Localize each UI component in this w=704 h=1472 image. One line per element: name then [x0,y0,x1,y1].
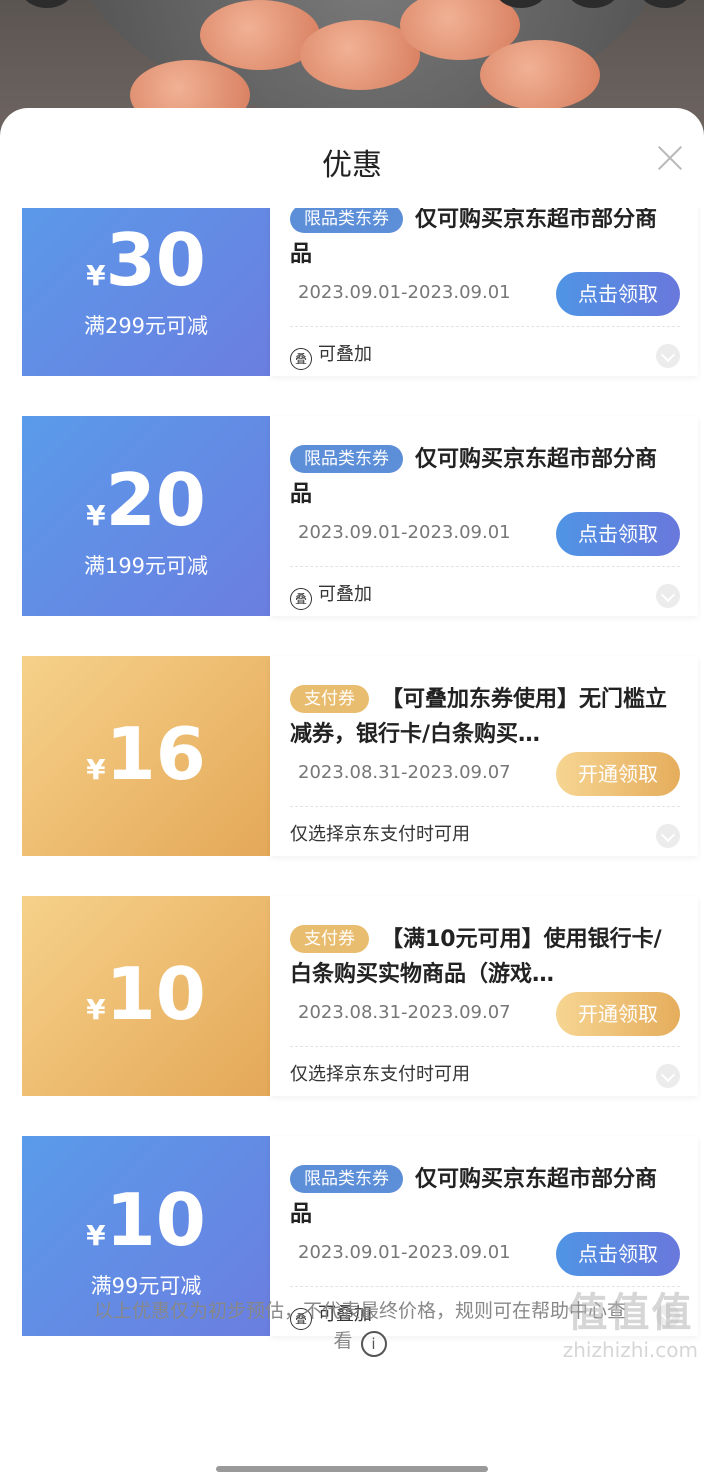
coupon-detail: 限品类东券 仅可购买京东超市部分商品 2023.09.01-2023.09.01 … [270,208,698,376]
coupon-footer: 仅选择京东支付时可用 [290,824,470,845]
close-icon[interactable] [656,144,684,172]
sheet-title: 优惠 [322,148,382,183]
coupon-condition: 满299元可减 [83,314,209,338]
coupon-detail: 限品类东券 仅可购买京东超市部分商品 2023.09.01-2023.09.01 … [270,416,698,616]
coupon-footer-text: 可叠加 [318,584,372,605]
activate-claim-button[interactable]: 开通领取 [556,752,680,796]
coupon-date: 2023.09.01-2023.09.01 [298,282,511,303]
currency-symbol: ¥ [86,499,106,532]
info-icon[interactable]: i [360,1331,387,1357]
coupon-footer: 叠可叠加 [290,340,372,370]
chevron-down-icon[interactable] [656,344,680,368]
divider [290,326,680,327]
coupon-amount: 10 [105,952,206,1036]
watermark-logo: 值值值 [567,1290,694,1336]
back-button[interactable] [22,0,72,8]
coupon-tag: 限品类东券 [290,1165,403,1193]
coupon-detail: 支付券 【可叠加东券使用】无门槛立减券，银行卡/白条购买… 2023.08.31-… [270,656,698,856]
currency-symbol: ¥ [86,753,106,786]
coupon-card: ¥20 满199元可减 限品类东券 仅可购买京东超市部分商品 2023.09.01… [18,416,698,616]
coupon-card: ¥10 支付券 【满10元可用】使用银行卡/白条购买实物商品（游戏… 2023.0… [18,896,698,1096]
currency-symbol: ¥ [86,993,106,1026]
coupon-date: 2023.08.31-2023.09.07 [298,1002,511,1023]
divider [290,566,680,567]
coupon-list[interactable]: ¥30 满299元可减 限品类东券 仅可购买京东超市部分商品 2023.09.01… [0,208,704,1388]
currency-symbol: ¥ [86,259,106,292]
coupon-date: 2023.09.01-2023.09.01 [298,522,511,543]
coupon-amount: 20 [105,458,206,542]
coupon-sheet: 优惠 ¥30 满299元可减 限品类东券 仅可购买京东超市部分商品 2023.09… [0,108,704,1472]
coupon-date: 2023.08.31-2023.09.07 [298,762,511,783]
chevron-down-icon[interactable] [656,824,680,848]
coupon-amount: 30 [105,218,206,302]
coupon-value-panel: ¥16 [18,656,270,856]
coupon-card: ¥16 支付券 【可叠加东券使用】无门槛立减券，银行卡/白条购买… 2023.08… [18,656,698,856]
coupon-tag: 限品类东券 [290,208,403,233]
home-indicator[interactable] [216,1466,488,1472]
watermark: 值值值 zhizhizhi.com [563,1280,698,1362]
coupon-condition: 满199元可减 [83,554,209,578]
claim-button[interactable]: 点击领取 [556,512,680,556]
divider [290,806,680,807]
stack-icon: 叠 [290,348,312,370]
coupon-detail: 支付券 【满10元可用】使用银行卡/白条购买实物商品（游戏… 2023.08.31… [270,896,698,1096]
coupon-tag: 支付券 [290,925,369,953]
currency-symbol: ¥ [86,1219,106,1252]
coupon-value-panel: ¥30 满299元可减 [18,208,270,376]
watermark-url: zhizhizhi.com [562,1338,698,1362]
coupon-value-panel: ¥20 满199元可减 [18,416,270,616]
more-button[interactable] [640,0,690,8]
coupon-tag: 支付券 [290,685,369,713]
claim-button[interactable]: 点击领取 [556,1232,680,1276]
coupon-footer-text: 可叠加 [318,344,372,365]
coupon-date: 2023.09.01-2023.09.01 [298,1242,511,1263]
stack-icon: 叠 [290,588,312,610]
coupon-tag: 限品类东券 [290,445,403,473]
coupon-card: ¥30 满299元可减 限品类东券 仅可购买京东超市部分商品 2023.09.01… [18,208,698,376]
coupon-amount: 16 [105,712,206,796]
chevron-down-icon[interactable] [656,584,680,608]
activate-claim-button[interactable]: 开通领取 [556,992,680,1036]
chevron-down-icon[interactable] [656,1064,680,1088]
claim-button[interactable]: 点击领取 [556,272,680,316]
divider [290,1046,680,1047]
coupon-amount: 10 [105,1178,206,1262]
shrimp-image [480,40,600,110]
coupon-footer: 仅选择京东支付时可用 [290,1064,470,1085]
disclaimer-line: 看 [333,1330,353,1352]
coupon-footer: 叠可叠加 [290,580,372,610]
coupon-value-panel: ¥10 [18,896,270,1096]
